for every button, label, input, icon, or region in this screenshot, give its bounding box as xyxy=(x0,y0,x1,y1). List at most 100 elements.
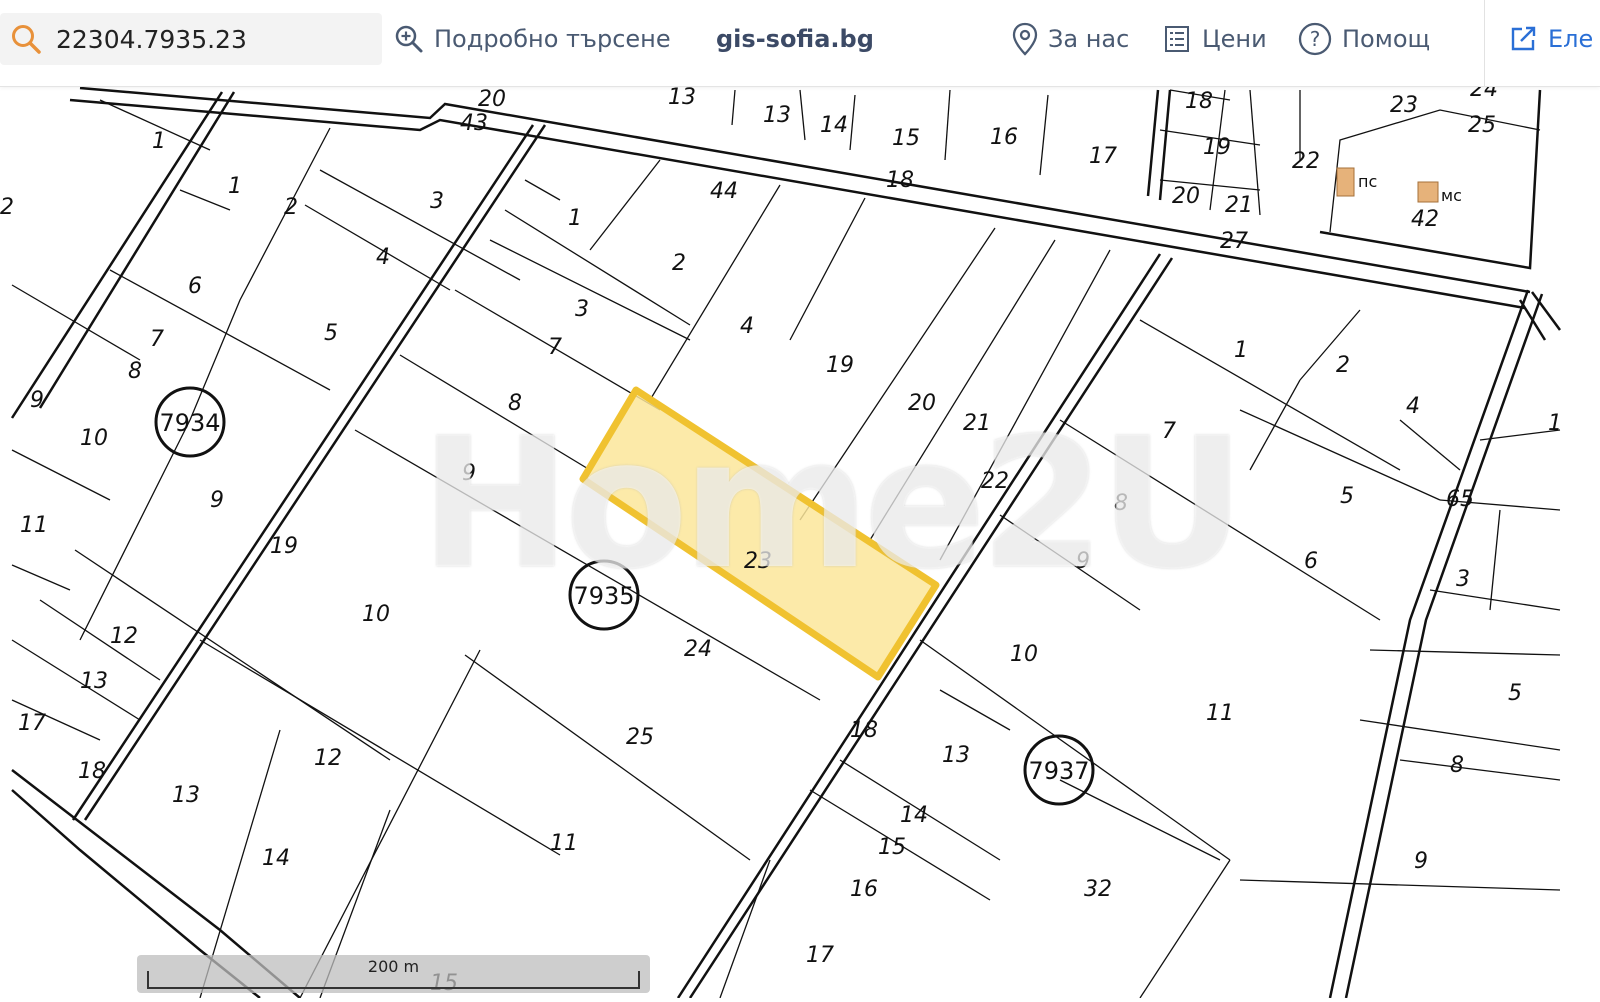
parcel-label: 65 xyxy=(1446,487,1474,512)
parcel-label: 13 xyxy=(668,86,696,110)
parcel-label: 17 xyxy=(806,943,834,968)
parcel-label: 16 xyxy=(850,877,878,902)
cadastral-map[interactable]: пс мс 7934 7935 7937 20 13 43 13 14 15 1… xyxy=(0,77,1600,999)
parcel-label: 4 xyxy=(376,245,390,270)
parcel-label: 13 xyxy=(942,743,970,768)
svg-text:?: ? xyxy=(1310,27,1321,51)
parcel-label: 12 xyxy=(110,624,138,649)
poi-label: пс xyxy=(1358,172,1377,191)
parcel-label: 13 xyxy=(763,103,791,128)
parcel-label: 3 xyxy=(430,189,444,214)
parcel-label: 2 xyxy=(672,251,686,276)
parcel-label: 11 xyxy=(550,831,578,856)
block-marker[interactable]: 7934 xyxy=(154,386,226,458)
prices-label: Цени xyxy=(1202,25,1267,53)
parcel-label: 42 xyxy=(1411,207,1439,232)
external-link-label: Еле xyxy=(1548,25,1594,53)
parcel-label: 3 xyxy=(1456,567,1470,592)
top-bar: Подробно търсене gis-sofia.bg За нас Цен… xyxy=(0,0,1600,87)
parcel-label: 10 xyxy=(80,426,108,451)
parcel-label: 9 xyxy=(1076,549,1090,574)
parcel-label: 22 xyxy=(1292,149,1320,174)
cadastral-map-canvas[interactable]: пс мс 7934 7935 7937 20 13 43 13 14 15 1… xyxy=(0,77,1600,999)
parcel-label: 19 xyxy=(826,353,854,378)
parcel-label: 4 xyxy=(1406,394,1420,419)
parcel-label: 8 xyxy=(128,359,142,384)
about-label: За нас xyxy=(1048,25,1130,53)
parcel-label: 8 xyxy=(1114,491,1128,516)
parcel-label: 18 xyxy=(78,759,106,784)
parcel-label: 5 xyxy=(324,321,338,346)
parcel-label: 1 xyxy=(568,206,582,231)
help-label: Помощ xyxy=(1342,25,1431,53)
parcel-label: 7 xyxy=(548,335,562,360)
parcel-label: 4 xyxy=(740,314,754,339)
parcel-label: 3 xyxy=(575,297,589,322)
parcel-label: 14 xyxy=(900,803,928,828)
parcel-label: 19 xyxy=(1203,135,1231,160)
parcel-label: 12 xyxy=(314,746,342,771)
parcel-label: 2 xyxy=(0,195,14,220)
parcel-label: 20 xyxy=(1172,184,1200,209)
parcel-label: 23 xyxy=(1390,93,1418,118)
parcel-label: 18 xyxy=(1185,89,1213,114)
parcel-label: 11 xyxy=(20,513,48,538)
parcel-label: 8 xyxy=(1450,753,1464,778)
parcel-label: 15 xyxy=(892,126,920,151)
parcel-label: 13 xyxy=(80,669,108,694)
parcel-label: 9 xyxy=(210,488,224,513)
highlighted-parcel[interactable] xyxy=(579,386,940,681)
advanced-search-label: Подробно търсене xyxy=(434,25,671,53)
parcel-label: 24 xyxy=(1470,86,1498,102)
parcel-label: 9 xyxy=(30,388,44,413)
parcel-label: 11 xyxy=(1206,701,1234,726)
brand-link[interactable]: gis-sofia.bg xyxy=(716,18,874,60)
search-box[interactable] xyxy=(0,13,382,65)
poi-label: мс xyxy=(1441,186,1462,205)
parcel-label: 1 xyxy=(228,174,242,199)
parcel-label: 10 xyxy=(1010,642,1038,667)
parcel-label: 10 xyxy=(362,602,390,627)
external-link-icon xyxy=(1511,26,1536,51)
parcel-label: 2 xyxy=(284,195,298,220)
parcel-label: 25 xyxy=(1468,113,1496,138)
help-link[interactable]: ? Помощ xyxy=(1298,18,1430,60)
parcel-label: 8 xyxy=(508,391,522,416)
parcel-label: 43 xyxy=(460,111,488,136)
parcel-label: 17 xyxy=(18,711,46,736)
parcel-label: 6 xyxy=(188,274,202,299)
parcel-label: 6 xyxy=(1304,549,1318,574)
parcel-label: 17 xyxy=(1089,144,1117,169)
advanced-search-link[interactable]: Подробно търсене xyxy=(394,18,671,60)
parcel-label: 1 xyxy=(1234,338,1248,363)
header-divider xyxy=(1484,0,1485,86)
parcel-label: 13 xyxy=(172,783,200,808)
search-input[interactable] xyxy=(56,13,376,65)
external-link[interactable]: Еле xyxy=(1508,18,1593,60)
parcel-label: 1 xyxy=(1548,411,1562,436)
parcel-label: 7 xyxy=(150,327,164,352)
price-list-icon xyxy=(1165,26,1189,52)
block-marker[interactable]: 7937 xyxy=(1023,734,1095,806)
parcel-label: 44 xyxy=(710,179,738,204)
parcel-label: 9 xyxy=(1414,849,1428,874)
location-pin-icon xyxy=(1012,22,1038,56)
parcel-label: 18 xyxy=(850,718,878,743)
parcel-label: 7 xyxy=(1162,419,1176,444)
parcel-label: 25 xyxy=(626,725,654,750)
help-icon: ? xyxy=(1298,22,1332,56)
parcel-label: 24 xyxy=(684,637,712,662)
parcel-label: 9 xyxy=(462,461,476,486)
parcel-label: 20 xyxy=(478,87,506,112)
prices-link[interactable]: Цени xyxy=(1162,18,1267,60)
parcel-label: 18 xyxy=(886,168,914,193)
block-label: 7935 xyxy=(573,582,634,610)
parcel-label: 20 xyxy=(908,391,936,416)
search-icon[interactable] xyxy=(10,23,42,55)
block-marker[interactable]: 7935 xyxy=(568,559,640,631)
zoom-in-icon xyxy=(395,25,423,53)
about-link[interactable]: За нас xyxy=(1012,18,1129,60)
parcel-label: 23 xyxy=(744,549,772,574)
parcel-label: 14 xyxy=(820,113,848,138)
parcel-label: 2 xyxy=(1336,353,1350,378)
